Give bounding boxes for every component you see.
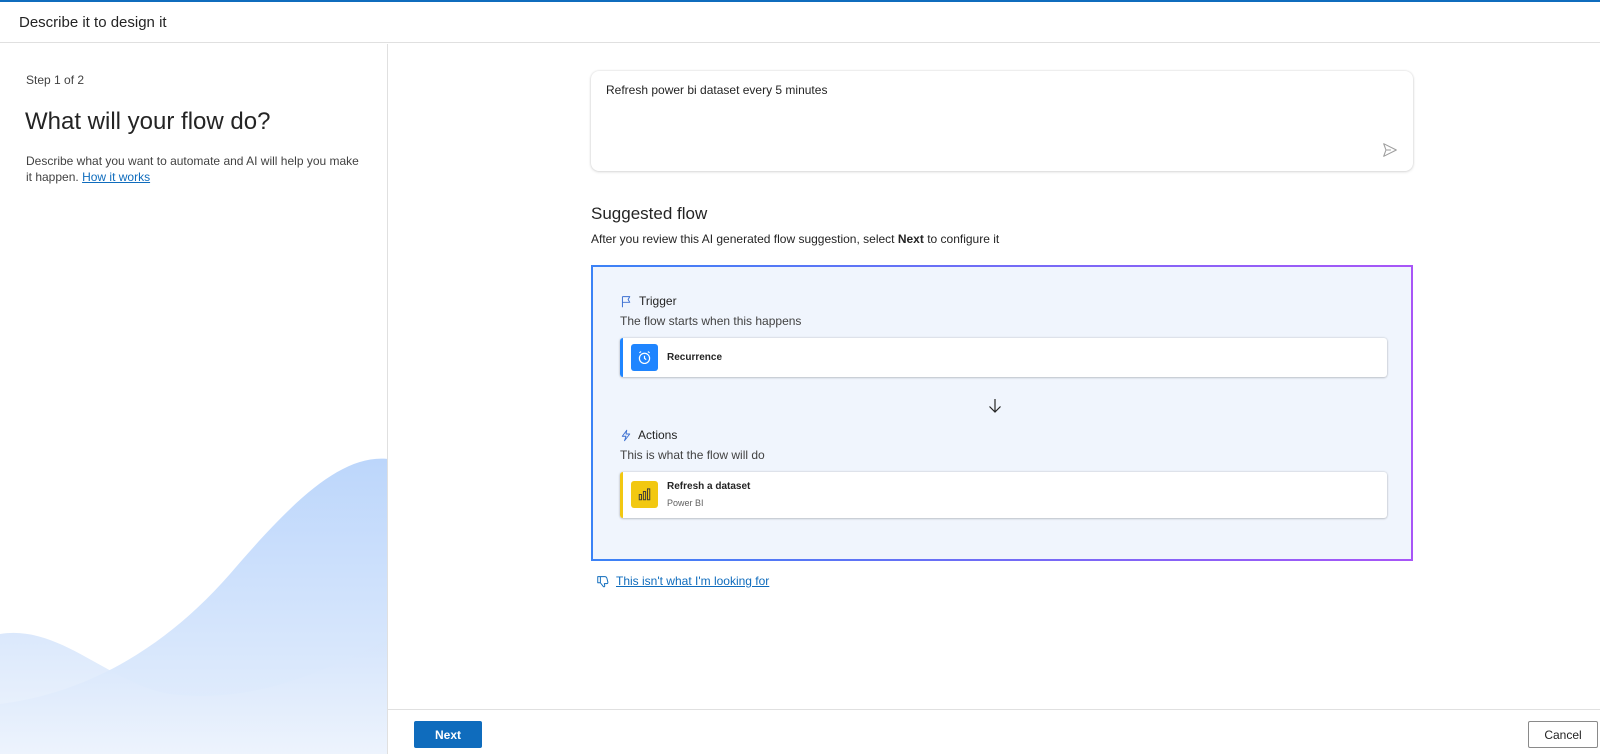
prompt-input[interactable]: Refresh power bi dataset every 5 minutes <box>606 83 827 97</box>
trigger-card-recurrence[interactable]: Recurrence <box>620 338 1387 377</box>
card-accent-bar <box>620 472 623 518</box>
left-panel: Step 1 of 2 What will your flow do? Desc… <box>0 44 388 754</box>
prompt-box[interactable]: Refresh power bi dataset every 5 minutes <box>591 71 1413 171</box>
actions-section-title: Actions <box>620 428 677 442</box>
trigger-section-title: Trigger <box>620 294 677 308</box>
alarm-clock-icon <box>631 344 658 371</box>
action-card-refresh-dataset[interactable]: Refresh a dataset Power BI <box>620 472 1387 518</box>
step-indicator: Step 1 of 2 <box>26 73 85 87</box>
trigger-section-subtitle: The flow starts when this happens <box>620 314 802 328</box>
suggested-flow-box: Trigger The flow starts when this happen… <box>591 265 1413 561</box>
arrow-down-icon <box>989 399 1001 413</box>
next-button[interactable]: Next <box>414 721 482 748</box>
suggested-flow-subtitle: After you review this AI generated flow … <box>591 232 1000 246</box>
page-title: Describe it to design it <box>19 14 167 31</box>
thumbs-down-icon <box>597 576 609 588</box>
header: Describe it to design it <box>0 2 1600 43</box>
left-description: Describe what you want to automate and A… <box>26 153 366 185</box>
cancel-button[interactable]: Cancel <box>1528 721 1598 748</box>
description-text: Describe what you want to automate and A… <box>26 154 359 184</box>
how-it-works-link[interactable]: How it works <box>82 170 150 184</box>
main-panel: Refresh power bi dataset every 5 minutes… <box>388 44 1600 709</box>
left-heading: What will your flow do? <box>25 108 271 135</box>
power-bi-icon <box>631 481 658 508</box>
footer: Next Cancel <box>388 709 1600 754</box>
flag-icon <box>621 295 631 307</box>
decorative-waves <box>0 458 387 754</box>
action-card-label: Refresh a dataset <box>667 481 751 492</box>
actions-section-subtitle: This is what the flow will do <box>620 448 765 462</box>
action-card-sublabel: Power BI <box>667 498 704 508</box>
suggested-flow-title: Suggested flow <box>591 204 708 223</box>
card-accent-bar <box>620 338 623 377</box>
lightning-icon <box>621 429 631 441</box>
feedback-link-text[interactable]: This isn't what I'm looking for <box>616 574 769 588</box>
send-icon[interactable] <box>1381 141 1399 159</box>
feedback-link[interactable]: This isn't what I'm looking for <box>596 574 769 588</box>
trigger-card-label: Recurrence <box>667 352 723 363</box>
